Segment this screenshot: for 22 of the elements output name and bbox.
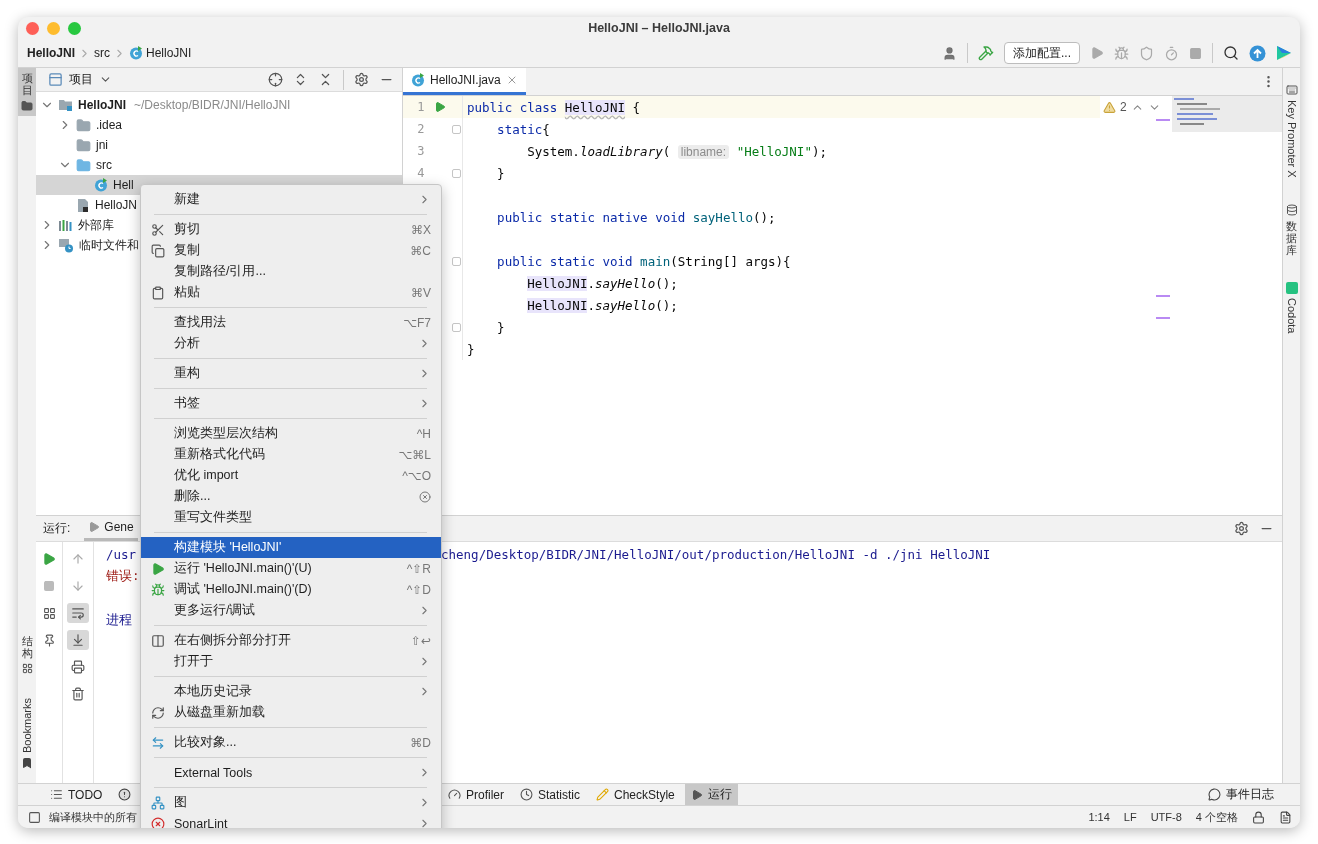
code-line: public class HelloJNI {: [466, 99, 641, 115]
window-title: HelloJNI – HelloJNI.java: [588, 21, 730, 35]
code-line: public static void main(String[] args){: [496, 253, 791, 269]
status-message: 编译模块中的所有: [49, 809, 137, 825]
panel-title: 运行:: [43, 520, 71, 537]
code-line: }: [496, 319, 505, 335]
line-number: 3: [416, 144, 425, 158]
line-number: 1: [416, 100, 425, 114]
code-line: }: [466, 341, 475, 357]
console-text: 错误:: [106, 567, 140, 585]
line-number: 2: [416, 122, 425, 136]
code-line: public static native void sayHello();: [496, 209, 776, 225]
line-number: 4: [416, 166, 425, 180]
code-line: }: [496, 165, 505, 181]
console-text: cheng/Desktop/BIDR/JNI/HelloJNI/out/production/HelloJNI -d ./jni HelloJNI: [441, 546, 991, 562]
code-line: HelloJNI.sayHello();: [526, 275, 678, 291]
project-path: ~/Desktop/BIDR/JNI/HelloJNI: [134, 98, 291, 112]
console-text: 进程: [106, 611, 132, 629]
code-line: HelloJNI.sayHello();: [526, 297, 678, 313]
console-text: /usr: [106, 546, 137, 562]
code-line: System.loadLibrary( libname: "HelloJNI");: [526, 143, 827, 159]
code-line: static{: [496, 121, 550, 137]
